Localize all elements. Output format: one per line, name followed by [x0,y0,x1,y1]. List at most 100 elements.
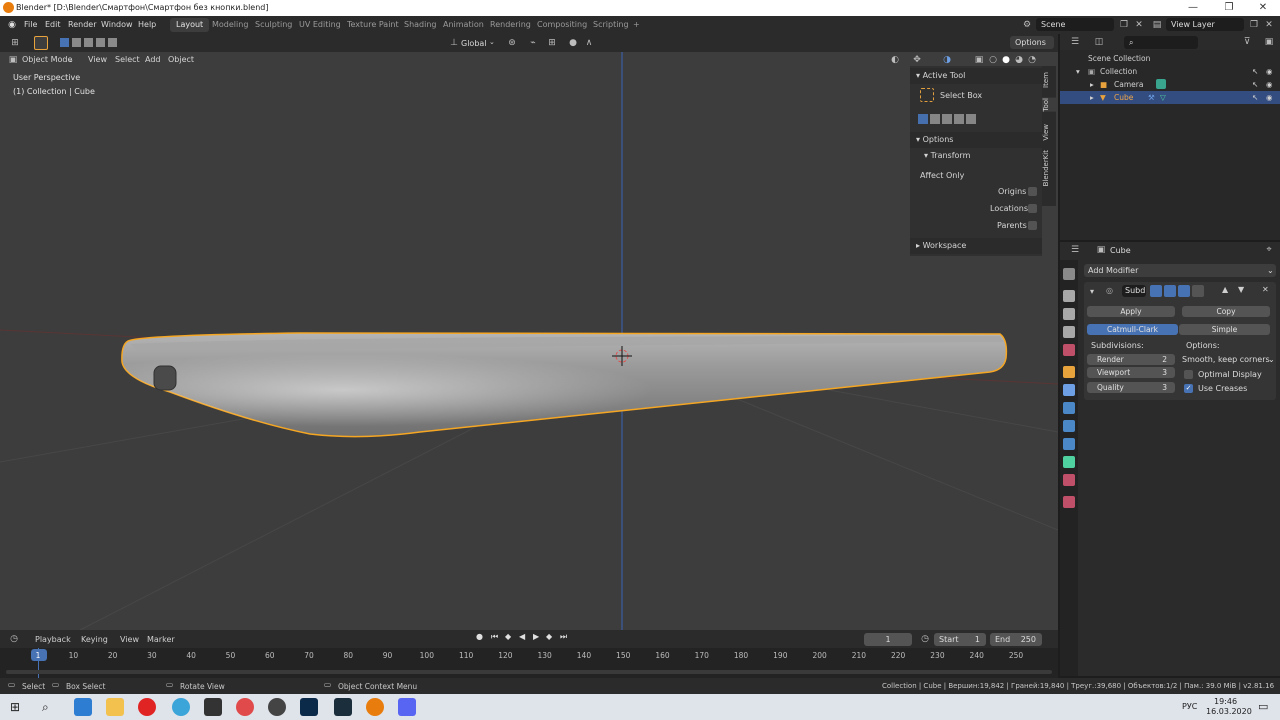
select-arrow-icon[interactable]: ↖ [1252,78,1258,91]
data-tab-icon[interactable] [1063,456,1075,468]
app-icon[interactable] [236,698,254,716]
lightroom-icon[interactable] [334,698,352,716]
opera-icon[interactable] [138,698,156,716]
mode-new-icon[interactable] [60,38,69,47]
tab-layout[interactable]: Layout [170,18,210,32]
tab-compositing[interactable]: Compositing [531,18,593,32]
parents-checkbox[interactable] [1028,221,1037,230]
transform-subheader[interactable]: ▾ Transform [924,151,970,160]
add-workspace-button[interactable]: + [627,18,646,32]
next-keyframe-icon[interactable]: ◆ [546,632,552,641]
locations-checkbox[interactable] [1028,204,1037,213]
timeline-menu-marker[interactable]: Marker [147,635,175,644]
optimal-display-checkbox[interactable] [1184,370,1193,379]
tool-mode-invert-icon[interactable] [954,114,964,124]
material-preview-icon[interactable]: ◕ [1012,53,1026,67]
constraints-tab-icon[interactable] [1063,438,1075,450]
scene-icon[interactable]: ⚙ [1020,18,1034,32]
scene-field[interactable]: Scene [1036,18,1114,31]
photoshop-icon[interactable] [300,698,318,716]
end-frame-field[interactable]: End 250 [990,633,1042,646]
visibility-icon[interactable]: ◐ [888,53,902,67]
tool-mode-extend-icon[interactable] [930,114,940,124]
tab-uv-editing[interactable]: UV Editing [293,18,347,32]
blender-taskbar-icon[interactable] [366,698,384,716]
snap-target-icon[interactable]: ⊞ [545,36,559,50]
close-icon[interactable]: ✕ [1246,0,1280,16]
view-layer-field[interactable]: View Layer [1166,18,1244,31]
falloff-icon[interactable]: ∧ [582,36,596,50]
3d-viewport[interactable]: ▣ Object Mode ⌄ View Select Add Object ◐… [0,52,1058,630]
render-toggle-icon[interactable] [1150,285,1162,297]
xray-icon[interactable]: ▣ [972,53,986,67]
expand-icon[interactable]: ▸ [1090,78,1094,91]
viewport-toggle-icon[interactable] [1164,285,1176,297]
timeline-scrollbar[interactable] [6,670,1052,674]
object-mode-dropdown[interactable]: Object Mode [22,54,72,66]
tool-mode-subtract-icon[interactable] [942,114,952,124]
timeline-editor-icon[interactable]: ◷ [7,632,21,646]
output-tab-icon[interactable] [1063,308,1075,320]
language-indicator[interactable]: РУС [1182,702,1197,711]
move-up-icon[interactable]: ▲ [1222,285,1228,294]
viewport-levels-field[interactable]: Viewport 3 [1087,367,1175,378]
viewport-menu-view[interactable]: View [88,54,107,66]
outliner-row-camera[interactable]: ▸ ■ Camera ↖ ◉ [1060,78,1280,91]
tab-shading[interactable]: Shading [398,18,443,32]
rendered-icon[interactable]: ◔ [1025,53,1039,67]
properties-editor-icon[interactable]: ☰ [1068,243,1082,257]
viewport-menu-add[interactable]: Add [145,54,161,66]
proportional-icon[interactable]: ● [566,36,580,50]
copy-button[interactable]: Copy [1182,306,1270,317]
menu-help[interactable]: Help [138,20,156,29]
view-layer-tab-icon[interactable] [1063,326,1075,338]
delete-view-layer-icon[interactable]: ✕ [1262,18,1276,32]
menu-file[interactable]: File [24,20,37,29]
mail-icon[interactable] [74,698,92,716]
discord-icon[interactable] [398,698,416,716]
timeline-menu-playback[interactable]: Playback [35,635,71,644]
timeline-menu-view[interactable]: View [120,635,139,644]
tab-view[interactable]: View [1042,124,1056,141]
tab-sculpting[interactable]: Sculpting [249,18,298,32]
outliner-editor-icon[interactable]: ☰ [1068,35,1082,49]
modifier-name-field[interactable]: Subd [1122,285,1146,297]
eye-icon[interactable]: ◉ [1266,65,1273,78]
apply-button[interactable]: Apply [1087,306,1175,317]
timeline-ruler[interactable]: 1 10 20 30 40 50 60 70 80 90 100 110 120 130 140 150 160… [0,648,1058,678]
tool-mode-new-icon[interactable] [918,114,928,124]
tab-texture-paint[interactable]: Texture Paint [341,18,405,32]
play-reverse-icon[interactable]: ◀ [519,632,525,641]
orientation-dropdown[interactable]: Global [461,39,487,48]
quality-field[interactable]: Quality 3 [1087,382,1175,393]
tab-tool[interactable]: Tool [1042,98,1056,112]
menu-edit[interactable]: Edit [45,20,61,29]
origins-checkbox[interactable] [1028,187,1037,196]
simple-button[interactable]: Simple [1179,324,1270,335]
viewport-menu-object[interactable]: Object [168,54,194,66]
use-creases-checkbox[interactable]: ✓ [1184,384,1193,393]
jump-end-icon[interactable]: ⏭ [560,632,567,642]
select-box-icon[interactable] [920,88,934,102]
delete-scene-icon[interactable]: ✕ [1132,18,1146,32]
options-dropdown[interactable]: Options [1010,36,1054,49]
mode-intersect-icon[interactable] [108,38,117,47]
scene-tab-icon[interactable] [1063,344,1075,356]
eye-icon[interactable]: ◉ [1266,91,1273,104]
current-frame-field[interactable]: 1 [864,633,912,646]
search-icon[interactable]: ⌕ [42,700,49,715]
mode-subtract-icon[interactable] [84,38,93,47]
particles-tab-icon[interactable] [1063,402,1075,414]
mode-extend-icon[interactable] [72,38,81,47]
cage-toggle-icon[interactable] [1192,285,1204,297]
mode-invert-icon[interactable] [96,38,105,47]
select-arrow-icon[interactable]: ↖ [1252,91,1258,104]
remove-modifier-icon[interactable]: ✕ [1262,285,1269,294]
outliner-search-input[interactable]: ⌕ [1124,36,1198,49]
menu-window[interactable]: Window [101,20,133,29]
uv-smooth-dropdown[interactable]: Smooth, keep corners ⌄ [1182,354,1275,365]
collapse-icon[interactable]: ▾ [1090,287,1094,296]
record-icon[interactable]: ● [476,632,483,641]
minimize-icon[interactable]: — [1176,0,1210,16]
snap-icon[interactable]: ⌁ [526,36,540,50]
